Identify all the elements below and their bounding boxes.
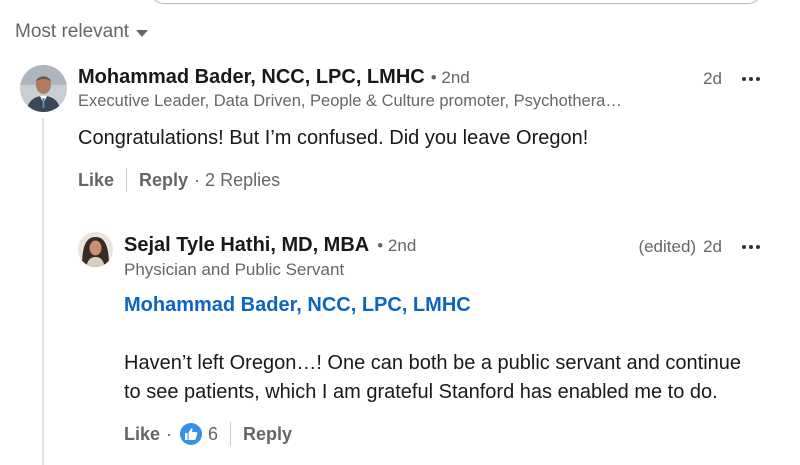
reply-author-headline: Physician and Public Servant bbox=[124, 260, 345, 279]
reply-button[interactable]: Reply bbox=[139, 170, 188, 191]
sort-dropdown[interactable]: Most relevant bbox=[15, 21, 149, 43]
comment-timestamp: 2d bbox=[703, 69, 722, 88]
reply-avatar[interactable] bbox=[78, 232, 113, 267]
comment-text: Congratulations! But I’m confused. Did y… bbox=[78, 127, 589, 149]
separator-dot: · bbox=[166, 423, 173, 444]
reply-meta: (edited) 2d bbox=[638, 237, 760, 257]
reply-actions: Like · 6 Reply bbox=[124, 422, 292, 446]
caret-down-icon bbox=[136, 29, 149, 37]
reply-text-line-1: Haven’t left Oregon…! One can both be a … bbox=[124, 352, 742, 374]
thread-line bbox=[42, 118, 44, 465]
comment-input-edge[interactable] bbox=[150, 0, 762, 4]
divider bbox=[230, 422, 232, 446]
divider bbox=[126, 168, 128, 192]
connection-degree: • 2nd bbox=[430, 68, 470, 87]
comment-actions: Like Reply · 2 Replies bbox=[78, 168, 280, 192]
reply-author-line: Sejal Tyle Hathi, MD, MBA • 2nd bbox=[124, 234, 416, 257]
replies-count-link[interactable]: · 2 Replies bbox=[194, 170, 280, 191]
reply-reply-button[interactable]: Reply bbox=[243, 424, 292, 445]
comment-meta: 2d bbox=[703, 69, 760, 89]
comment-author-headline: Executive Leader, Data Driven, People & … bbox=[78, 92, 622, 110]
like-button[interactable]: Like bbox=[78, 170, 114, 191]
reply-timestamp: 2d bbox=[703, 237, 722, 256]
mention-link[interactable]: Mohammad Bader, NCC, LPC, LMHC bbox=[124, 294, 471, 317]
more-dots-icon[interactable] bbox=[742, 245, 760, 249]
thumbs-up-icon[interactable] bbox=[180, 423, 203, 445]
edited-label: (edited) bbox=[638, 237, 697, 256]
reply-text-line-2: to see patients, which I am grateful Sta… bbox=[124, 381, 718, 403]
sort-label: Most relevant bbox=[15, 21, 130, 42]
reaction-count[interactable]: 6 bbox=[208, 424, 218, 445]
comment-author-name[interactable]: Mohammad Bader, NCC, LPC, LMHC bbox=[78, 66, 425, 89]
avatar[interactable] bbox=[20, 65, 67, 112]
reply-like-button[interactable]: Like bbox=[124, 424, 160, 445]
comment-author-line: Mohammad Bader, NCC, LPC, LMHC • 2nd bbox=[78, 66, 470, 89]
reply-author-name[interactable]: Sejal Tyle Hathi, MD, MBA bbox=[124, 234, 369, 257]
reply-connection-degree: • 2nd bbox=[377, 236, 417, 255]
more-dots-icon[interactable] bbox=[742, 77, 760, 81]
